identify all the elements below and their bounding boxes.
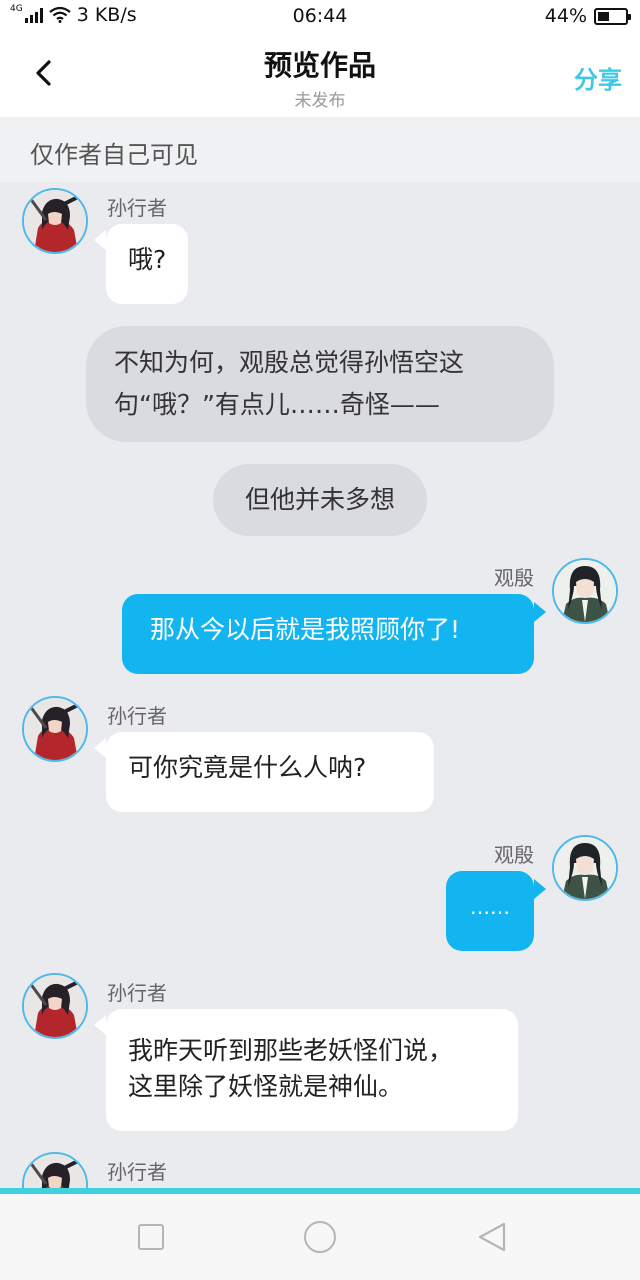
- system-nav-bar: [0, 1194, 640, 1280]
- bubble-tail: [94, 738, 106, 758]
- battery-percent: 44%: [544, 5, 587, 27]
- triangle-back-icon[interactable]: [476, 1221, 508, 1253]
- page-title: 预览作品: [263, 49, 376, 82]
- bubble-tail: [534, 602, 546, 622]
- narration-line: 句“哦？”有点儿……奇怪——: [114, 390, 440, 419]
- message-bubble[interactable]: ……: [446, 871, 534, 951]
- sender-name: 孙行者: [107, 1160, 167, 1184]
- avatar-sunxingzhe[interactable]: [22, 188, 88, 254]
- visibility-notice: 仅作者自己可见: [0, 117, 640, 182]
- message-line: 我昨天听到那些老妖怪们说，: [128, 1036, 454, 1065]
- narration-bubble[interactable]: 不知为何，观殷总觉得孙悟空这 句“哦？”有点儿……奇怪——: [86, 326, 554, 442]
- message-bubble[interactable]: 那从今以后就是我照顾你了!: [122, 594, 534, 674]
- narration-bubble[interactable]: 但他并未多想: [213, 464, 427, 536]
- avatar-guanyin[interactable]: [552, 558, 618, 624]
- status-bar: 4G 3 KB/s 06:44 44%: [0, 0, 640, 34]
- page-subtitle: 未发布: [294, 91, 346, 111]
- character-portrait-icon: [24, 698, 86, 760]
- circle-icon[interactable]: [304, 1221, 336, 1253]
- character-portrait-icon: [554, 837, 616, 899]
- message-bubble[interactable]: 哦?: [106, 224, 189, 304]
- header: 预览作品 未发布 分享: [0, 34, 640, 117]
- sender-name: 观殷: [494, 566, 534, 590]
- battery-icon: [594, 7, 631, 25]
- bubble-tail: [94, 230, 106, 250]
- character-portrait-icon: [24, 190, 86, 252]
- message-line: 这里除了妖怪就是神仙。: [128, 1072, 404, 1101]
- square-icon[interactable]: [138, 1224, 164, 1250]
- avatar-sunxingzhe[interactable]: [22, 696, 88, 762]
- sender-name: 孙行者: [107, 196, 167, 220]
- sender-name: 孙行者: [107, 981, 167, 1005]
- avatar-guanyin[interactable]: [552, 835, 618, 901]
- character-portrait-icon: [24, 975, 86, 1037]
- message-bubble[interactable]: 我昨天听到那些老妖怪们说， 这里除了妖怪就是神仙。: [106, 1009, 518, 1131]
- narration-line: 但他并未多想: [244, 485, 395, 514]
- battery-fill: [598, 11, 610, 21]
- avatar-sunxingzhe[interactable]: [22, 1152, 88, 1188]
- narration-line: 不知为何，观殷总觉得孙悟空这: [114, 348, 465, 377]
- bubble-tail: [534, 879, 546, 899]
- page: 4G 3 KB/s 06:44 44% 预览作品 未发布 分享 仅作者自己可见: [0, 0, 640, 1280]
- message-bubble[interactable]: 可你究竟是什么人呐?: [106, 732, 434, 812]
- chat-area[interactable]: 孙行者 哦? 不知为何，观殷总觉得孙悟空这 句“哦？”有点儿……奇怪—— 但他并…: [0, 182, 640, 1188]
- bubble-tail: [94, 1015, 106, 1035]
- character-portrait-icon: [24, 1154, 86, 1188]
- character-portrait-icon: [554, 560, 616, 622]
- avatar-sunxingzhe[interactable]: [22, 973, 88, 1039]
- status-right: 44%: [544, 5, 631, 27]
- share-button[interactable]: 分享: [574, 60, 622, 95]
- sender-name: 观殷: [494, 843, 534, 867]
- sender-name: 孙行者: [107, 704, 167, 728]
